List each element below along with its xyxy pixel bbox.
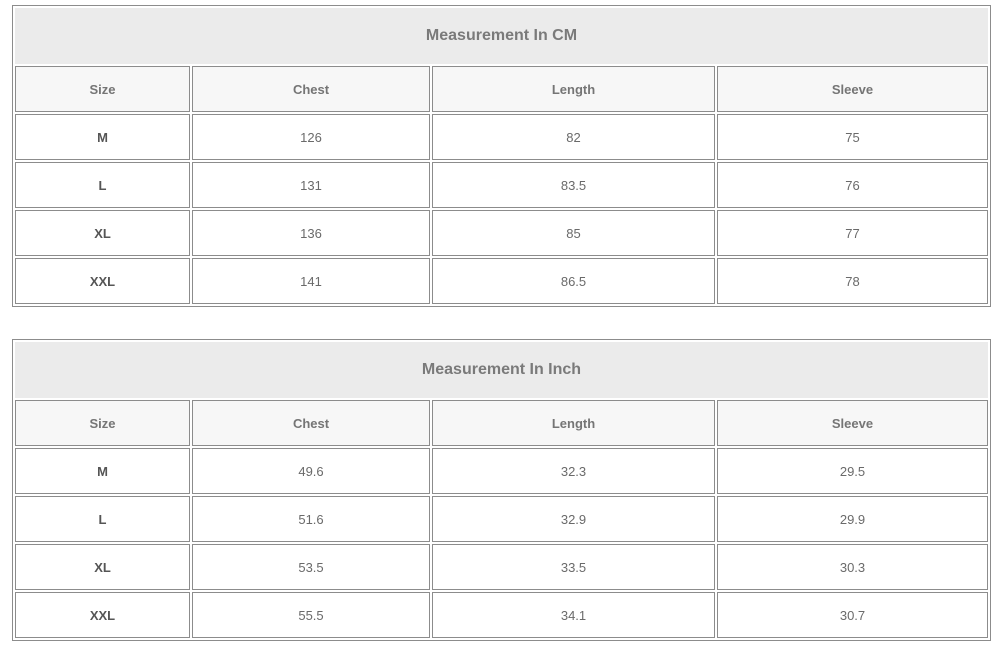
chest-cell: 55.5 [192,592,430,638]
length-cell: 32.3 [432,448,715,494]
chest-cell: 49.6 [192,448,430,494]
column-header-length: Length [432,400,715,446]
table-header-row: Size Chest Length Sleeve [15,400,988,446]
table-row: XXL 55.5 34.1 30.7 [15,592,988,638]
sleeve-cell: 29.9 [717,496,988,542]
table-header-row: Size Chest Length Sleeve [15,66,988,112]
size-cell: M [15,114,190,160]
table-row: XL 53.5 33.5 30.3 [15,544,988,590]
chest-cell: 51.6 [192,496,430,542]
size-cell: XL [15,210,190,256]
size-cell: XL [15,544,190,590]
size-chart-inch-table: Measurement In Inch Size Chest Length Sl… [12,339,991,641]
length-cell: 34.1 [432,592,715,638]
sleeve-cell: 75 [717,114,988,160]
table-row: M 126 82 75 [15,114,988,160]
sleeve-cell: 78 [717,258,988,304]
column-header-chest: Chest [192,66,430,112]
table-title: Measurement In Inch [15,342,988,398]
column-header-sleeve: Sleeve [717,66,988,112]
table-row: L 51.6 32.9 29.9 [15,496,988,542]
sleeve-cell: 30.3 [717,544,988,590]
length-cell: 86.5 [432,258,715,304]
table-row: L 131 83.5 76 [15,162,988,208]
length-cell: 85 [432,210,715,256]
size-cell: L [15,162,190,208]
size-cell: XXL [15,258,190,304]
chest-cell: 136 [192,210,430,256]
table-row: XXL 141 86.5 78 [15,258,988,304]
column-header-size: Size [15,400,190,446]
chest-cell: 53.5 [192,544,430,590]
length-cell: 82 [432,114,715,160]
table-title-row: Measurement In CM [15,8,988,64]
size-chart-cm-table: Measurement In CM Size Chest Length Slee… [12,5,991,307]
table-title-row: Measurement In Inch [15,342,988,398]
column-header-chest: Chest [192,400,430,446]
length-cell: 83.5 [432,162,715,208]
table-row: XL 136 85 77 [15,210,988,256]
sleeve-cell: 77 [717,210,988,256]
sleeve-cell: 30.7 [717,592,988,638]
sleeve-cell: 76 [717,162,988,208]
size-cell: XXL [15,592,190,638]
length-cell: 32.9 [432,496,715,542]
size-cell: M [15,448,190,494]
chest-cell: 131 [192,162,430,208]
table-row: M 49.6 32.3 29.5 [15,448,988,494]
size-cell: L [15,496,190,542]
chest-cell: 126 [192,114,430,160]
table-title: Measurement In CM [15,8,988,64]
length-cell: 33.5 [432,544,715,590]
chest-cell: 141 [192,258,430,304]
sleeve-cell: 29.5 [717,448,988,494]
column-header-length: Length [432,66,715,112]
column-header-size: Size [15,66,190,112]
column-header-sleeve: Sleeve [717,400,988,446]
